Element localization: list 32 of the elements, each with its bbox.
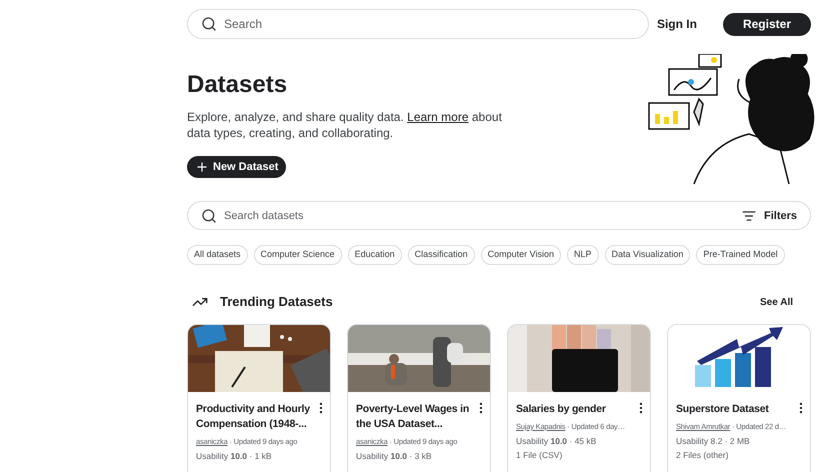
filter-chip[interactable]: Computer Science	[254, 245, 342, 265]
sign-in-button[interactable]: Sign In	[648, 11, 705, 37]
dataset-usability: Usability 10.0 · 1 kB	[196, 450, 273, 462]
filter-chip[interactable]: NLP	[567, 245, 599, 265]
dataset-usability: Usability 8.2 · 2 MB	[676, 435, 751, 447]
filter-chip[interactable]: All datasets	[187, 245, 248, 265]
search-icon	[201, 208, 217, 224]
section-title: Trending Datasets	[220, 293, 333, 312]
dataset-title: Salaries by gender	[516, 402, 607, 417]
dataset-usability: Usability 10.0 · 45 kB	[516, 435, 598, 447]
register-button[interactable]: Register	[722, 12, 811, 36]
plus-icon	[195, 160, 209, 174]
page-title: Datasets	[187, 70, 288, 100]
filters-button[interactable]: Filters	[742, 208, 797, 224]
dataset-files: 1 File (CSV)	[516, 449, 564, 461]
filter-icon	[742, 209, 756, 224]
filter-chip[interactable]: Data Visualization	[604, 245, 690, 265]
dataset-files: 2 Files (other)	[676, 449, 730, 461]
new-dataset-button[interactable]: New Dataset	[187, 156, 286, 178]
filter-chip[interactable]: Classification	[408, 245, 475, 265]
see-all-link[interactable]: See All	[760, 294, 793, 310]
page-description: Explore, analyze, and share quality data. Learn more about data types, creating, and collaborating.	[187, 109, 503, 141]
search-icon	[201, 16, 217, 32]
filter-chip[interactable]: Pre-Trained Model	[696, 245, 785, 265]
filter-chip[interactable]: Computer Vision	[480, 245, 562, 265]
learn-more-link[interactable]: Learn more	[407, 110, 469, 124]
filter-chip[interactable]: Education	[348, 245, 402, 265]
dataset-title: Superstore Dataset	[676, 402, 770, 417]
dataset-usability: Usability 10.0 · 3 kB	[356, 450, 433, 462]
dataset-title: Poverty-Level Wages in the USA Dataset...	[356, 402, 470, 432]
dataset-title: Productivity and Hourly Compensation (1948-...	[196, 402, 311, 432]
search-field[interactable]: Search	[187, 9, 649, 39]
